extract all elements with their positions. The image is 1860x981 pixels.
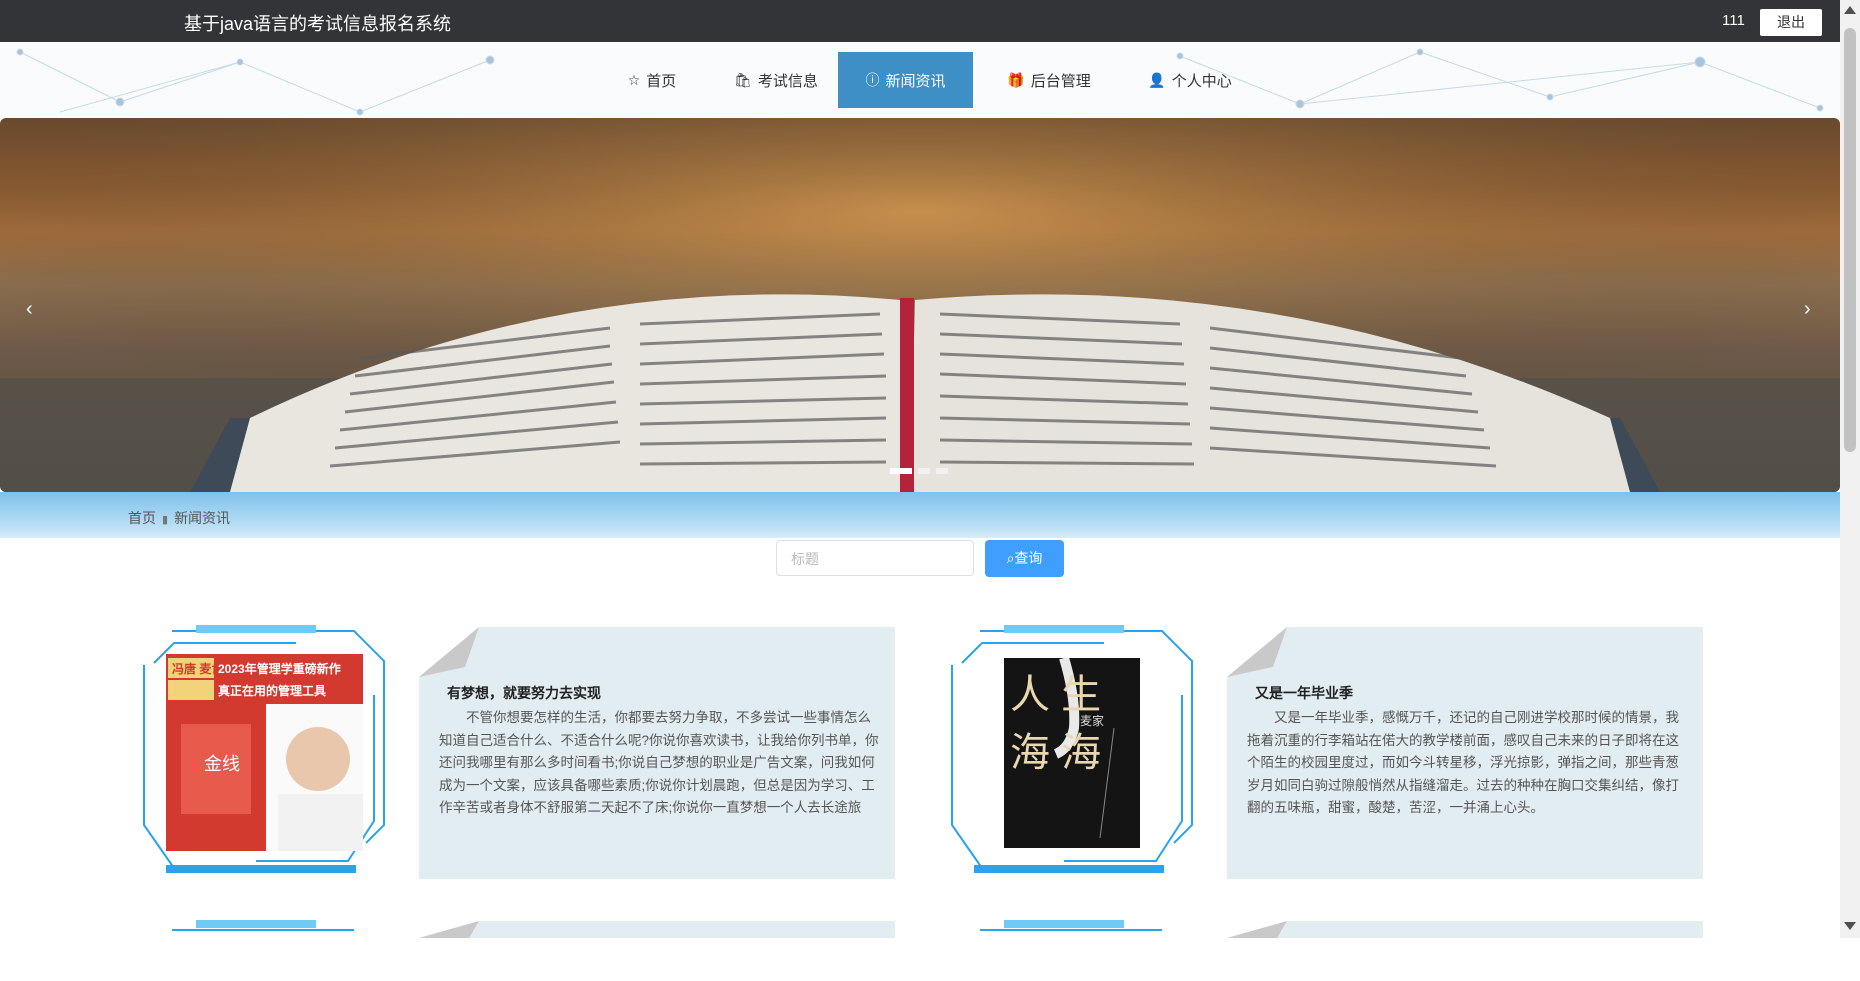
news-card[interactable]: 又是一年毕业季 又是一年毕业季，感慨万千，还记的自己刚进学校那时候的情景，我拖着… (1227, 627, 1703, 879)
news-card-partial[interactable] (1227, 921, 1703, 938)
scroll-down-arrow-icon[interactable] (1844, 922, 1856, 930)
carousel-next-icon[interactable]: › (1804, 298, 1811, 321)
breadcrumb: 首页 ▮ 新闻资讯 (128, 508, 230, 528)
carousel-indicators (890, 468, 948, 474)
app-title: 基于java语言的考试信息报名系统 (184, 14, 452, 34)
banner-carousel[interactable]: ‹ › (0, 118, 1840, 492)
scrollbar-thumb[interactable] (1844, 28, 1856, 452)
top-bar: 基于java语言的考试信息报名系统 111 退出 (0, 0, 1840, 42)
tech-frame-partial (980, 920, 1162, 931)
scroll-up-arrow-icon[interactable] (1844, 6, 1856, 14)
logout-button[interactable]: 退出 (1760, 9, 1822, 36)
news-summary: 又是一年毕业季，感慨万千，还记的自己刚进学校那时候的情景，我拖着沉重的行李箱站在… (1247, 710, 1679, 815)
breadcrumb-separator-icon: ▮ (162, 514, 169, 526)
user-icon: 👤 (1148, 71, 1166, 88)
page-fold-icon (1227, 921, 1287, 938)
nav-admin-label: 后台管理 (1030, 72, 1091, 90)
carousel-prev-icon[interactable]: ‹ (26, 298, 33, 321)
nav-exam-info[interactable]: 🛍 考试信息 (720, 52, 832, 108)
info-circle-icon: ⓘ (865, 72, 880, 88)
nav-profile-label: 个人中心 (1171, 72, 1232, 90)
star-icon: ☆ (627, 71, 641, 88)
book-title: 金线 (204, 754, 240, 774)
bag-icon: 🛍 (734, 71, 752, 88)
nav-home-label: 首页 (646, 72, 677, 90)
book-chars: 人 生 海 海 (1010, 673, 1102, 775)
nav-home[interactable]: ☆ 首页 (612, 52, 692, 108)
carousel-dot[interactable] (890, 468, 912, 474)
breadcrumb-home[interactable]: 首页 (128, 510, 156, 526)
banner-book-image (0, 118, 1840, 492)
book-author: 麦家 (1080, 714, 1105, 728)
nav-exam-info-label: 考试信息 (757, 72, 818, 90)
news-title[interactable]: 有梦想，就要努力去实现 (447, 683, 601, 703)
tech-frame-partial (172, 920, 354, 931)
page-scrollbar[interactable] (1840, 0, 1860, 938)
page-fold-icon (419, 627, 479, 677)
gift-icon: 🎁 (1007, 71, 1025, 88)
news-title[interactable]: 又是一年毕业季 (1255, 683, 1353, 703)
username-label[interactable]: 111 (1722, 12, 1745, 29)
news-card[interactable]: 有梦想，就要努力去实现 不管你想要怎样的生活，你都要去努力争取，不多尝试一些事情… (419, 627, 895, 879)
news-summary: 不管你想要怎样的生活，你都要去努力争取，不多尝试一些事情怎么知道自己适合什么、不… (439, 710, 879, 815)
breadcrumb-current: 新闻资讯 (174, 510, 231, 526)
breadcrumb-band (0, 492, 1840, 538)
search-button[interactable]: ⌕查询 (985, 540, 1064, 577)
nav-news[interactable]: ⓘ 新闻资讯 (838, 52, 973, 108)
page-fold-icon (419, 921, 479, 938)
page-fold-icon (1227, 627, 1287, 677)
book-banner-line2: 真正在用的管理工具 (218, 684, 327, 698)
carousel-dot[interactable] (936, 468, 948, 474)
title-search-input[interactable]: 标题 (776, 540, 974, 576)
book-banner-line1: 2023年管理学重磅新作 (218, 662, 341, 676)
search-button-label: 查询 (1014, 550, 1043, 566)
nav-profile[interactable]: 👤 个人中心 (1130, 52, 1250, 108)
nav-news-label: 新闻资讯 (885, 72, 946, 90)
nav-admin[interactable]: 🎁 后台管理 (993, 52, 1105, 108)
news-image[interactable]: 冯唐 麦肯锡 2023年管理学重磅新作 真正在用的管理工具 金线 (166, 654, 363, 851)
news-card-partial[interactable] (419, 921, 895, 938)
news-image[interactable]: 人 生 海 海 麦家 (1004, 656, 1140, 848)
carousel-dot[interactable] (918, 468, 930, 474)
